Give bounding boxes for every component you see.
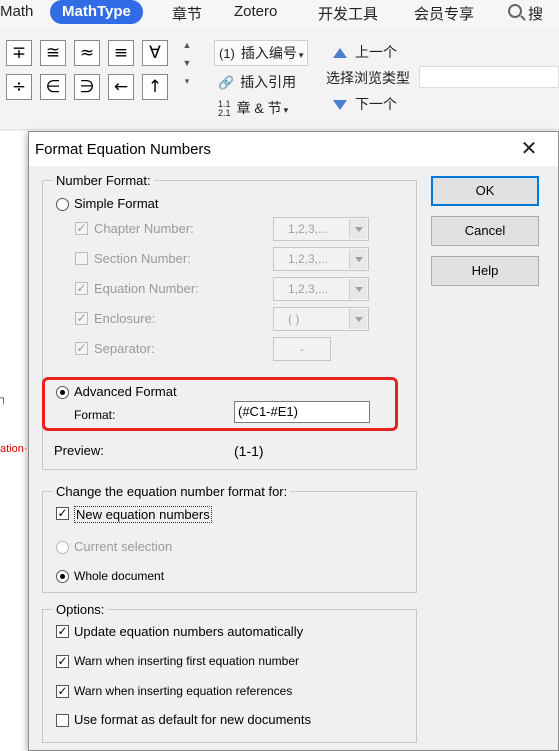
close-icon[interactable]: ✕	[520, 139, 538, 159]
new-equations-label[interactable]: New equation numbers	[74, 506, 212, 523]
preview-value: (1-1)	[234, 443, 264, 459]
enclosure-select[interactable]: ( )	[273, 307, 369, 331]
separator-field[interactable]: -	[273, 337, 331, 361]
tab-dev-tools[interactable]: 开发工具	[318, 3, 378, 24]
ok-button[interactable]: OK	[431, 176, 539, 206]
next-button[interactable]: 下一个	[333, 94, 397, 114]
warn-refs-label[interactable]: Warn when inserting equation references	[74, 684, 292, 698]
insert-reference-button[interactable]: 🔗 插入引用	[218, 72, 296, 92]
tab-mathtype[interactable]: MathType	[50, 0, 143, 24]
update-automatically-checkbox[interactable]: ✓	[56, 625, 69, 638]
chevron-down-icon[interactable]	[349, 249, 367, 269]
equation-number-label: Equation Number:	[94, 281, 199, 296]
options-label: Options:	[53, 602, 108, 617]
chapter-number-select[interactable]: 1,2,3,...	[273, 217, 369, 241]
update-automatically-label[interactable]: Update equation numbers automatically	[74, 624, 303, 639]
insert-number-button[interactable]: (1) 插入编号 ▾	[214, 40, 309, 66]
enclosure-label: Enclosure:	[94, 311, 156, 326]
cancel-button[interactable]: Cancel	[431, 216, 539, 246]
section-number-select[interactable]: 1,2,3,...	[273, 247, 369, 271]
current-selection-label: Current selection	[74, 539, 173, 554]
previous-button[interactable]: 上一个	[333, 42, 397, 62]
number-format-label: Number Format:	[53, 173, 154, 188]
chevron-down-icon[interactable]	[349, 279, 367, 299]
symbol-congruent[interactable]: ≅	[40, 40, 66, 66]
format-equation-numbers-dialog: Format Equation Numbers ✕ Number Format:…	[28, 131, 559, 751]
symbol-forall[interactable]: ∀	[142, 40, 168, 66]
simple-format-label[interactable]: Simple Format	[74, 196, 159, 211]
dialog-titlebar: Format Equation Numbers ✕	[29, 132, 558, 166]
format-field[interactable]: (#C1-#E1)	[234, 401, 370, 423]
down-arrow-icon	[333, 100, 347, 111]
expand-icon[interactable]: ▾	[180, 76, 194, 94]
current-selection-radio[interactable]	[56, 541, 69, 554]
symbol-contains[interactable]: ∋	[74, 74, 100, 100]
separator-checkbox[interactable]: ✓	[75, 342, 88, 355]
ribbon-tabs: Math MathType 章节 Zotero 开发工具 会员专享 搜	[0, 0, 559, 26]
symbol-equiv[interactable]: ≡	[108, 40, 134, 66]
simple-format-radio[interactable]	[56, 198, 69, 211]
reference-icon: 🔗	[218, 75, 235, 90]
enclosure-checkbox[interactable]: ✓	[75, 312, 88, 325]
format-label: Format:	[74, 408, 116, 422]
document-page: ┐ ation·	[0, 131, 30, 751]
scroll-up-icon[interactable]: ▲	[180, 40, 194, 58]
warn-first-label[interactable]: Warn when inserting first equation numbe…	[74, 654, 299, 668]
warn-refs-checkbox[interactable]: ✓	[56, 685, 69, 698]
help-button[interactable]: Help	[431, 256, 539, 286]
warn-first-checkbox[interactable]: ✓	[56, 655, 69, 668]
equation-number-icon: (1)	[219, 46, 235, 61]
doc-text-fragment: ation·	[0, 443, 28, 455]
separator-label: Separator:	[94, 341, 155, 356]
chapter-number-checkbox[interactable]: ✓	[75, 222, 88, 235]
dialog-title: Format Equation Numbers	[35, 141, 211, 158]
use-default-checkbox[interactable]	[56, 714, 69, 727]
symbol-element-of[interactable]: ∈	[40, 74, 66, 100]
section-number-label: Section Number:	[94, 251, 191, 266]
symbol-left-arrow[interactable]: ←	[108, 74, 134, 100]
tab-chapter[interactable]: 章节	[172, 3, 202, 24]
tab-math[interactable]: Math	[0, 3, 33, 20]
browse-type-select[interactable]	[419, 66, 559, 88]
tab-member[interactable]: 会员专享	[414, 3, 474, 24]
advanced-format-radio[interactable]	[56, 386, 69, 399]
whole-document-radio[interactable]	[56, 570, 69, 583]
use-default-label[interactable]: Use format as default for new documents	[74, 712, 311, 727]
symbol-minus-plus[interactable]: ∓	[6, 40, 32, 66]
preview-label: Preview:	[54, 443, 104, 458]
new-equations-checkbox[interactable]: ✓	[56, 507, 69, 520]
whole-document-label[interactable]: Whole document	[74, 569, 164, 583]
symbol-up-arrow[interactable]: ↑	[142, 74, 168, 100]
equation-number-select[interactable]: 1,2,3,...	[273, 277, 369, 301]
ribbon: ∓ ≅ ≈ ≡ ∀ ÷ ∈ ∋ ← ↑ ▲ ▼ ▾ (1) 插入编号 ▾ 🔗 插入引用…	[0, 26, 559, 130]
chapter-icon: 1.1 2.1	[218, 99, 231, 119]
equation-number-checkbox[interactable]: ✓	[75, 282, 88, 295]
scroll-down-icon[interactable]: ▼	[180, 58, 194, 76]
search-label[interactable]: 搜	[528, 3, 543, 24]
doc-mark: ┐	[0, 393, 8, 404]
change-format-label: Change the equation number format for:	[53, 484, 291, 499]
chapter-section-button[interactable]: 1.1 2.1 章 & 节 ▾	[218, 98, 288, 118]
browse-type-label: 选择浏览类型	[326, 70, 410, 86]
advanced-format-label[interactable]: Advanced Format	[74, 384, 177, 399]
symbol-approx[interactable]: ≈	[74, 40, 100, 66]
chapter-number-label: Chapter Number:	[94, 221, 194, 236]
chevron-down-icon[interactable]	[349, 309, 367, 329]
section-number-checkbox[interactable]	[75, 252, 88, 265]
tab-zotero[interactable]: Zotero	[234, 3, 277, 20]
up-arrow-icon	[333, 48, 347, 59]
chevron-down-icon[interactable]	[349, 219, 367, 239]
search-icon[interactable]	[508, 4, 522, 18]
symbol-divide[interactable]: ÷	[6, 74, 32, 100]
